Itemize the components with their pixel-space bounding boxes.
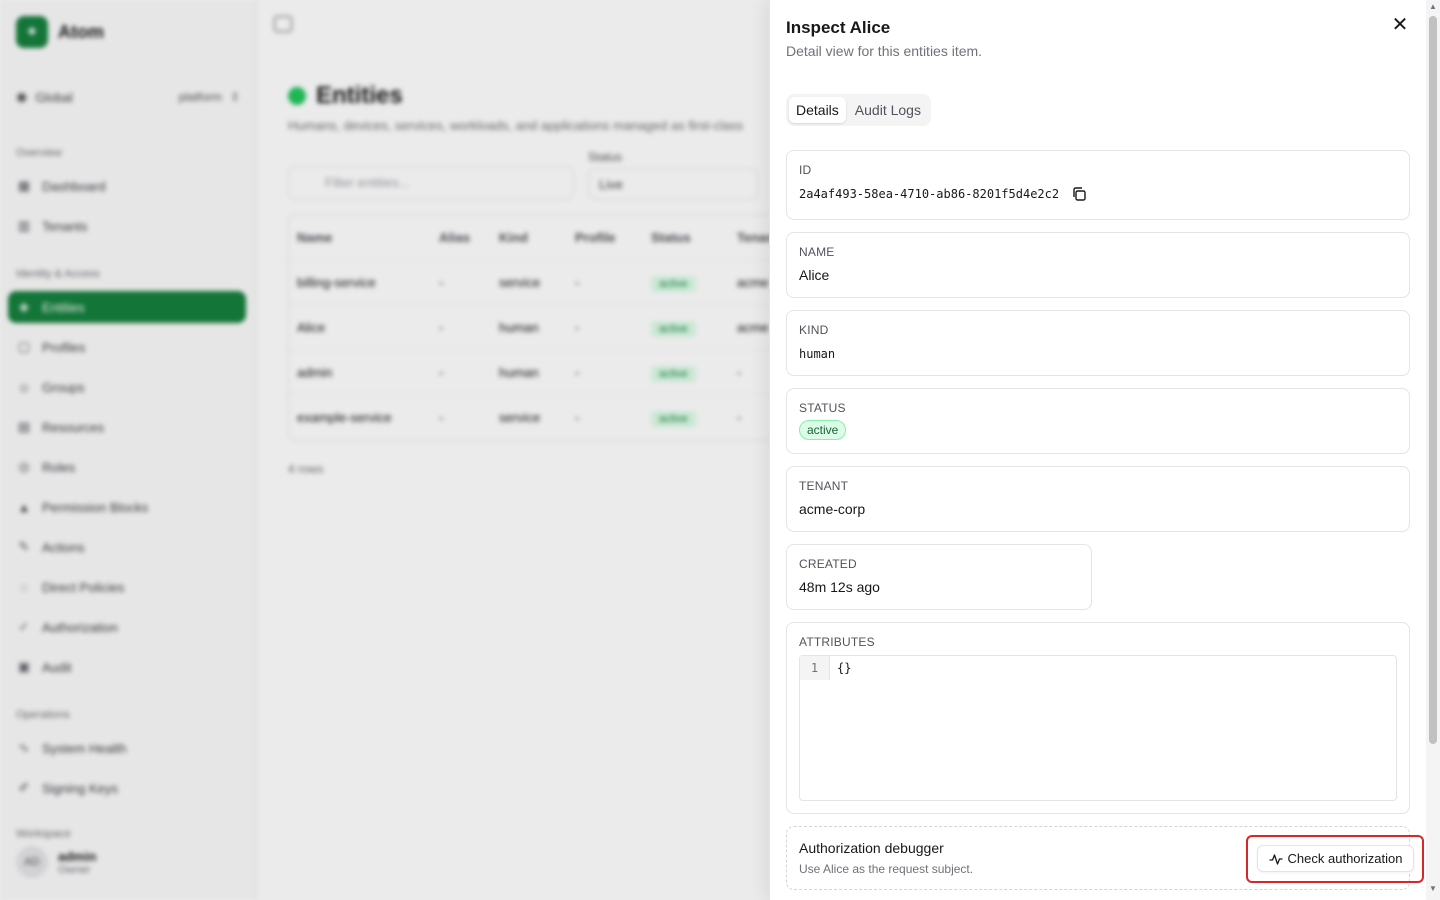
scroll-up-icon[interactable]: ▲ xyxy=(1429,2,1437,11)
field-value: human xyxy=(799,347,836,361)
drawer-tabs: Details Audit Logs xyxy=(786,94,931,126)
field-label: NAME xyxy=(799,245,835,259)
field-value: acme-corp xyxy=(799,501,866,517)
line-number: 1 xyxy=(800,656,830,680)
field-label: KIND xyxy=(799,323,829,337)
scroll-thumb[interactable] xyxy=(1429,16,1437,744)
authorization-debugger: Authorization debugger Use Alice as the … xyxy=(786,826,1424,890)
field-value: 48m 12s ago xyxy=(799,579,880,595)
field-created: CREATED 48m 12s ago xyxy=(786,544,1092,610)
field-attributes: ATTRIBUTES 1 {} xyxy=(786,622,1410,814)
button-label: Check authorization xyxy=(1287,851,1403,866)
field-value: 2a4af493-58ea-4710-ab86-8201f5d4e2c2 xyxy=(799,187,1060,201)
attributes-code-editor[interactable]: 1 {} xyxy=(799,655,1397,801)
field-label: TENANT xyxy=(799,479,849,493)
debugger-subtitle: Use Alice as the request subject. xyxy=(799,862,974,876)
field-label: CREATED xyxy=(799,557,857,571)
field-value: Alice xyxy=(799,267,830,283)
drawer-title: Inspect Alice xyxy=(786,18,891,37)
field-tenant: TENANT acme-corp xyxy=(786,466,1410,532)
field-id: ID 2a4af493-58ea-4710-ab86-8201f5d4e2c2 xyxy=(786,150,1410,220)
field-name: NAME Alice xyxy=(786,232,1410,298)
activity-icon xyxy=(1268,853,1283,865)
drawer-subtitle: Detail view for this entities item. xyxy=(786,43,983,59)
status-badge: active xyxy=(799,420,847,440)
close-icon[interactable]: ✕ xyxy=(1389,14,1411,36)
check-authorization-button[interactable]: Check authorization xyxy=(1257,845,1414,872)
debugger-title: Authorization debugger xyxy=(799,840,944,856)
field-label: ID xyxy=(799,163,812,177)
field-label: ATTRIBUTES xyxy=(799,635,875,649)
tab-details[interactable]: Details xyxy=(789,97,846,123)
copy-icon[interactable] xyxy=(1071,186,1087,202)
inspect-drawer: Inspect Alice Detail view for this entit… xyxy=(769,0,1440,900)
field-kind: KIND human xyxy=(786,310,1410,376)
field-label: STATUS xyxy=(799,401,846,415)
drawer-scrollbar[interactable]: ▲ ▼ xyxy=(1426,0,1440,900)
code-content[interactable]: {} xyxy=(837,656,851,680)
tab-audit-logs[interactable]: Audit Logs xyxy=(848,97,928,123)
scroll-down-icon[interactable]: ▼ xyxy=(1429,884,1437,893)
field-status: STATUS active xyxy=(786,388,1410,454)
